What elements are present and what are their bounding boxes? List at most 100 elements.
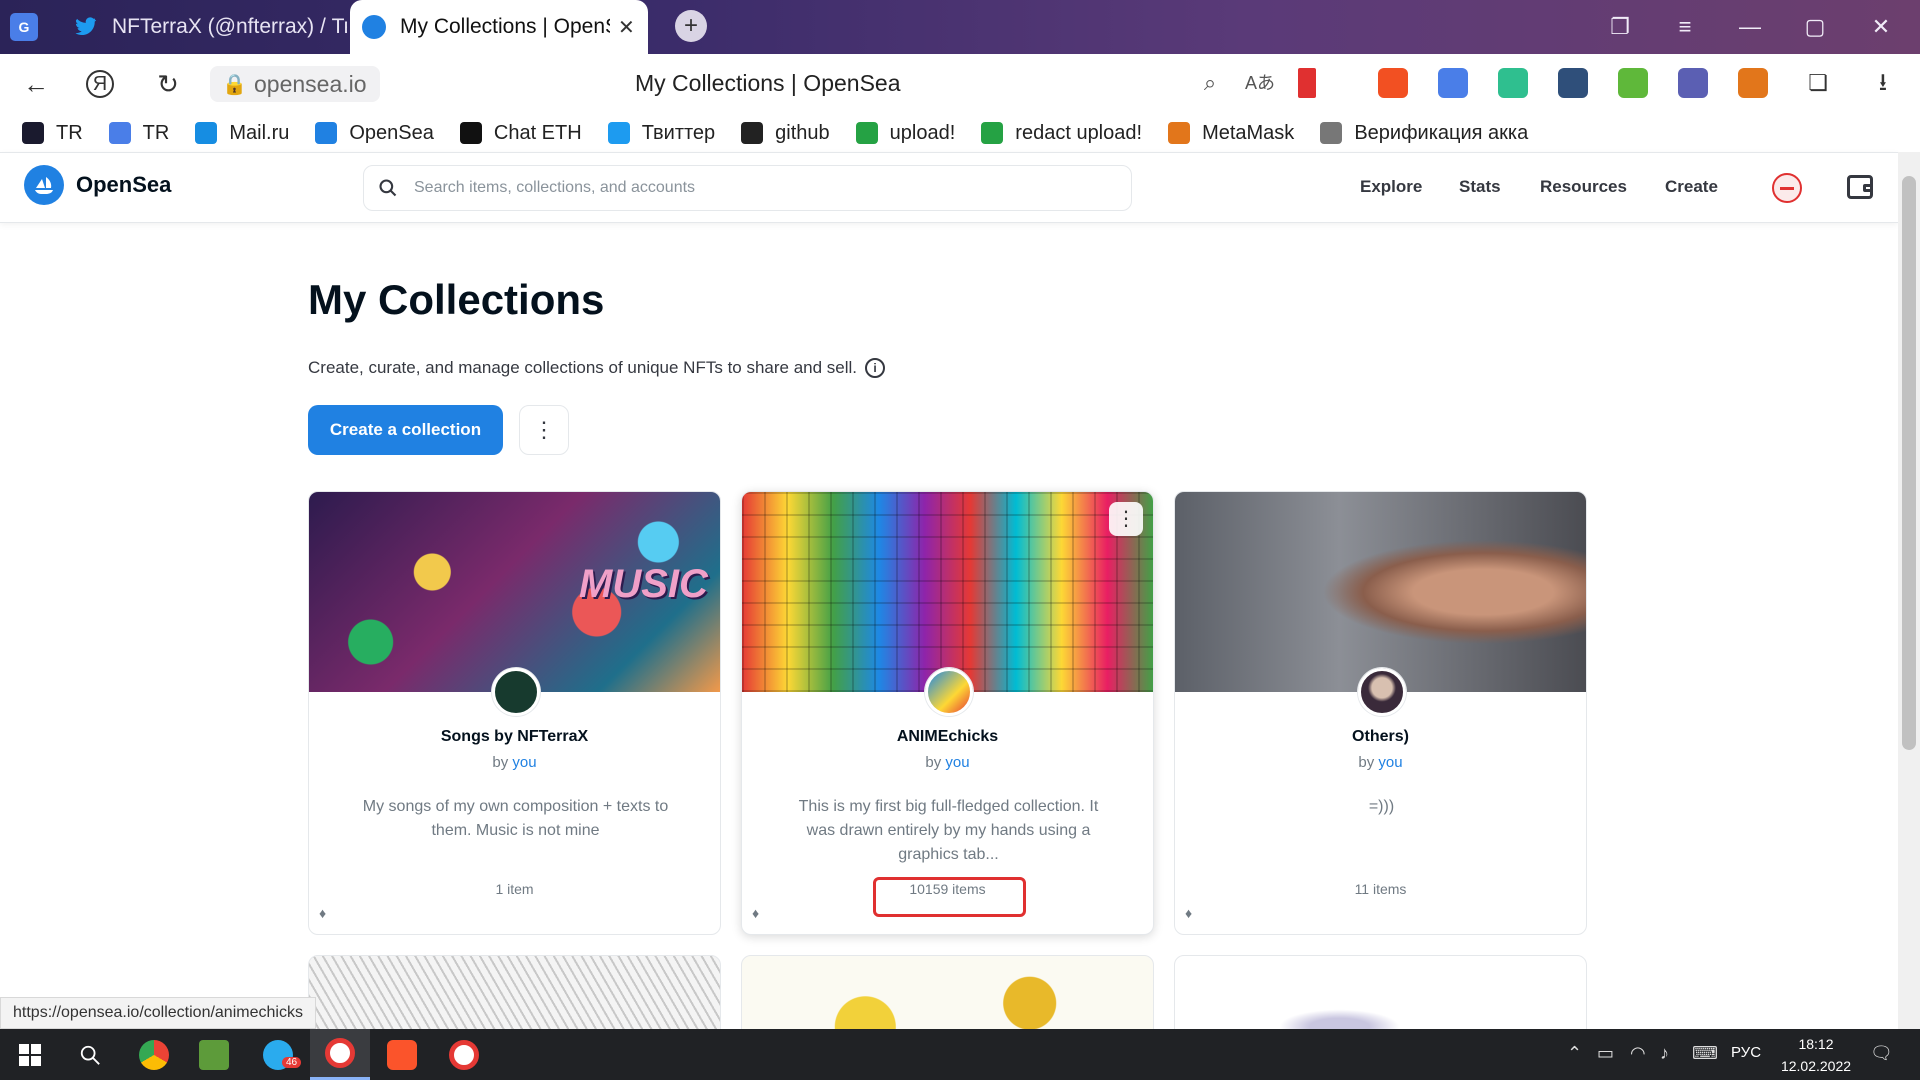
tab-twitter[interactable]: NFTerraX (@nfterrax) / Твиттер <box>62 0 347 54</box>
bookmark-item[interactable]: Верификация акка <box>1320 122 1528 145</box>
taskbar-chrome[interactable] <box>124 1029 184 1080</box>
system-clock[interactable]: 18:12 12.02.2022 <box>1776 1033 1856 1077</box>
bookmark-item[interactable]: redact upload! <box>981 122 1142 145</box>
nav-explore[interactable]: Explore <box>1360 177 1422 197</box>
browser-tab-strip: G NFTerraX (@nfterrax) / Твиттер My Coll… <box>0 0 1920 54</box>
bookmark-item[interactable]: MetaMask <box>1168 122 1294 145</box>
ext-puzzle-icon[interactable]: ❏ <box>1803 68 1833 98</box>
taskbar-search-button[interactable] <box>60 1029 120 1080</box>
bookmark-label: upload! <box>889 121 956 144</box>
nav-stats[interactable]: Stats <box>1459 177 1501 197</box>
highlight-box <box>873 877 1026 917</box>
bookmark-item[interactable]: TR <box>108 122 169 145</box>
close-icon[interactable]: ✕ <box>618 15 635 40</box>
language-indicator[interactable]: РУС <box>1731 1044 1761 1061</box>
bookmark-label: Верификация акка <box>1354 121 1529 144</box>
taskbar-brave[interactable] <box>372 1029 432 1080</box>
tray-chevron-icon[interactable]: ⌃ <box>1567 1043 1582 1064</box>
collection-description: =))) <box>1368 798 1395 815</box>
tab-opensea[interactable]: My Collections | OpenSea ✕ <box>350 0 648 54</box>
search-page-icon[interactable]: ⌕ <box>1195 68 1225 98</box>
opensea-logo[interactable]: OpenSea <box>24 165 171 205</box>
bookmark-item[interactable]: upload! <box>855 121 956 145</box>
reload-button[interactable]: ↻ <box>152 68 184 100</box>
collection-card[interactable]: Others) by you =))) 11 items ♦ <box>1174 491 1587 935</box>
keyboard-icon[interactable]: ⌨ <box>1692 1043 1718 1064</box>
wifi-icon[interactable]: ◠ <box>1630 1043 1646 1064</box>
battery-icon[interactable]: ▭ <box>1597 1043 1614 1064</box>
taskbar-yandex-active[interactable] <box>310 1029 370 1080</box>
search-bar[interactable] <box>363 165 1132 211</box>
bookmark-item[interactable]: TR <box>22 122 83 145</box>
tab-title: NFTerraX (@nfterrax) / Твиттер <box>112 15 347 38</box>
bookmark-label: github <box>775 121 830 144</box>
bookmark-item[interactable]: Chat ETH <box>459 122 582 145</box>
menu-icon[interactable]: ≡ <box>1670 12 1700 42</box>
more-options-button[interactable]: ⋮ <box>519 405 569 455</box>
ext-download-icon[interactable] <box>1558 68 1588 98</box>
bookmark-item[interactable]: Твиттер <box>607 121 716 145</box>
back-button[interactable]: ← <box>20 68 52 100</box>
start-button[interactable] <box>0 1029 60 1080</box>
collection-card[interactable]: ⋮ ANIMEchicks by you This is my first bi… <box>741 491 1154 935</box>
bookmark-icon[interactable] <box>1298 68 1316 98</box>
page-scrollbar[interactable] <box>1898 152 1920 1029</box>
new-tab-button[interactable]: + <box>675 10 707 42</box>
nav-create[interactable]: Create <box>1665 177 1718 197</box>
scroll-thumb[interactable] <box>1902 176 1916 750</box>
github-icon <box>741 122 764 144</box>
owner-link[interactable]: you <box>945 754 969 771</box>
notifications-icon[interactable]: 🗨 <box>1870 1043 1893 1064</box>
ext-square-icon[interactable] <box>1678 68 1708 98</box>
volume-icon[interactable]: ♪ <box>1660 1043 1669 1064</box>
bookmark-item[interactable]: OpenSea <box>315 122 434 145</box>
collection-name: Songs by NFTerraX <box>440 728 589 745</box>
music-art-text: MUSIC <box>579 562 708 606</box>
collections-icon[interactable]: ❐ <box>1605 12 1635 42</box>
mailru-icon <box>195 122 218 144</box>
translate-icon[interactable]: G <box>10 13 38 41</box>
ethereum-icon: ♦ <box>319 905 327 921</box>
owner-link[interactable]: you <box>1378 754 1402 771</box>
collection-banner <box>1175 492 1586 692</box>
owner-link[interactable]: you <box>512 754 536 771</box>
translate-page-icon[interactable]: Aあ <box>1245 68 1275 98</box>
downloads-icon[interactable]: ⭳ <box>1868 68 1898 98</box>
wallet-icon[interactable] <box>1847 175 1873 199</box>
search-input[interactable] <box>414 179 1094 197</box>
create-collection-button[interactable]: Create a collection <box>308 405 503 455</box>
profile-icon[interactable] <box>1772 173 1802 203</box>
taskbar-yandex[interactable] <box>434 1029 494 1080</box>
nav-resources[interactable]: Resources <box>1540 177 1627 197</box>
taskbar-telegram[interactable]: 46 <box>248 1029 308 1080</box>
ext-translate-icon[interactable] <box>1438 68 1468 98</box>
ext-metamask-icon[interactable] <box>1738 68 1768 98</box>
search-icon <box>80 1045 100 1065</box>
tab-title: My Collections | OpenSea <box>400 15 610 38</box>
collection-description: This is my first big full-fledged collec… <box>798 798 1099 863</box>
ext-red-icon[interactable] <box>1378 68 1408 98</box>
yandex-browser-icon <box>325 1038 355 1068</box>
brave-icon <box>387 1039 417 1070</box>
by-label: by <box>1358 754 1375 771</box>
bookmark-item[interactable]: github <box>741 122 830 145</box>
ext-cube-icon[interactable] <box>1498 68 1528 98</box>
close-window-button[interactable]: ✕ <box>1866 12 1896 42</box>
collection-name: ANIMEchicks <box>896 728 999 745</box>
ext-arrow-icon[interactable] <box>1618 68 1648 98</box>
bookmark-label: Mail.ru <box>229 121 290 144</box>
bookmark-item[interactable]: Mail.ru <box>195 122 289 145</box>
page-title-display: My Collections | OpenSea <box>635 70 901 96</box>
taskbar-minecraft[interactable] <box>184 1029 244 1080</box>
minimize-button[interactable]: — <box>1735 12 1765 42</box>
windows-icon <box>19 1043 41 1066</box>
yandex-icon[interactable]: Я <box>86 70 114 98</box>
collection-card[interactable]: MUSIC Songs by NFTerraX by you My songs … <box>308 491 721 935</box>
maximize-button[interactable]: ▢ <box>1800 12 1830 42</box>
bookmark-label: Твиттер <box>641 121 716 144</box>
card-menu-button[interactable]: ⋮ <box>1109 502 1143 536</box>
url-field[interactable]: 🔒 opensea.io <box>210 66 380 102</box>
info-icon[interactable]: i <box>865 358 886 378</box>
tr-icon <box>22 122 44 144</box>
game-icon <box>199 1039 229 1070</box>
